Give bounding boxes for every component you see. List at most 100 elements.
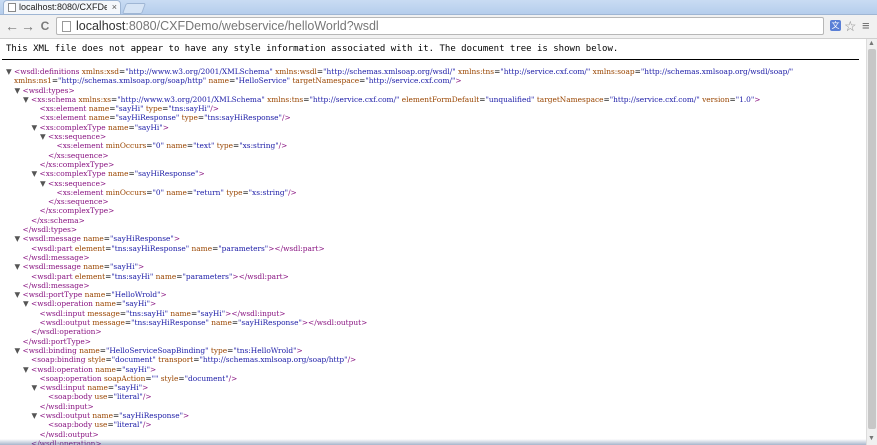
scroll-thumb[interactable] — [868, 49, 876, 429]
xml-line: <wsdl:input message="tns:sayHi" name="sa… — [0, 309, 866, 318]
star-icon[interactable]: ☆ — [844, 18, 857, 34]
xml-attribute: name — [84, 290, 106, 300]
reload-icon[interactable]: C — [37, 18, 53, 34]
xml-tag: > — [162, 122, 169, 132]
collapse-toggle-icon[interactable]: ▼ — [32, 383, 40, 392]
xml-line: ▼ <wsdl:input name="sayHi"> — [0, 383, 866, 392]
xml-tag: <soap:operation — [39, 373, 104, 383]
xml-value: "sayHi" — [134, 122, 163, 132]
scroll-up-icon[interactable]: ▲ — [868, 40, 875, 47]
xml-line: ▼ <xs:complexType name="sayHi"> — [0, 123, 866, 132]
xml-value: "http://schemas.xmlsoap.org/wsdl/soap/" — [640, 67, 794, 76]
xml-line: </xs:sequence> — [0, 151, 866, 160]
xml-attribute: xmlns:wsdl — [272, 67, 317, 76]
xml-tag: ></wsdl:input> — [225, 308, 286, 318]
xml-attribute: name — [88, 113, 110, 123]
xml-line: </xs:schema> — [0, 216, 866, 225]
xml-value: "sayHi" — [122, 299, 151, 309]
collapse-toggle-icon[interactable]: ▼ — [15, 86, 23, 95]
xml-attribute: elementFormDefault — [399, 94, 480, 104]
xml-tag: > — [455, 76, 462, 86]
collapse-toggle-icon[interactable]: ▼ — [40, 179, 48, 188]
xml-value: "http://service.cxf.com/" — [609, 94, 700, 104]
collapse-toggle-icon[interactable]: ▼ — [23, 365, 31, 374]
xml-attribute: soapAction — [103, 373, 146, 383]
xml-value: "HelloServiceSoapBinding" — [105, 345, 209, 355]
xml-tag: <xs:element — [56, 187, 106, 197]
collapse-toggle-icon[interactable]: ▼ — [23, 299, 31, 308]
xml-tag: /> — [281, 113, 291, 123]
xml-tag: /> — [210, 104, 219, 114]
collapse-toggle-icon[interactable]: ▼ — [32, 411, 40, 420]
xml-value: "tns:HelloWrold" — [233, 345, 297, 355]
url-text[interactable]: localhost:8080/CXFDemo/webservice/helloW… — [76, 18, 379, 34]
collapse-toggle-icon[interactable]: ▼ — [32, 169, 40, 178]
menu-icon[interactable]: ≡ — [862, 18, 870, 34]
xml-tag: <wsdl:types> — [22, 85, 75, 95]
xml-value: "document" — [184, 373, 229, 383]
xml-value: "tns:sayHiResponse" — [111, 243, 190, 253]
xml-line: </wsdl:types> — [0, 225, 866, 234]
xml-tag: <wsdl:part — [31, 243, 75, 253]
xml-tag: /> — [228, 373, 238, 383]
xml-attribute: name — [83, 234, 104, 244]
xml-attribute: element — [74, 271, 106, 281]
xml-line: <soap:binding style="document" transport… — [0, 355, 866, 364]
xml-value: "sayHi" — [197, 308, 226, 318]
vertical-scrollbar[interactable]: ▲ ▼ — [866, 39, 877, 445]
xml-line: ▼ <wsdl:message name="sayHiResponse"> — [0, 234, 866, 243]
xml-line: ▼ <xs:schema xmlns:xs="http://www.w3.org/… — [0, 95, 866, 104]
collapse-toggle-icon[interactable]: ▼ — [15, 262, 23, 271]
forward-icon[interactable]: → — [20, 18, 36, 34]
collapse-toggle-icon[interactable]: ▼ — [23, 95, 31, 104]
taskbar-edge — [0, 439, 866, 445]
xml-line: <soap:body use="literal"/> — [0, 420, 866, 429]
xml-value: "tns:sayHi" — [111, 271, 154, 281]
xml-value: "HelloService" — [235, 76, 291, 86]
translate-icon[interactable]: 文 — [830, 20, 841, 31]
xml-attribute: type — [208, 345, 228, 355]
xml-tag: <xs:element — [39, 104, 89, 114]
address-bar[interactable]: localhost:8080/CXFDemo/webservice/helloW… — [56, 17, 824, 35]
xml-value: "sayHiResponse" — [115, 113, 180, 123]
browser-tab[interactable]: localhost:8080/CXFDem × — [3, 0, 121, 14]
xml-tag: <soap:body — [48, 420, 95, 430]
xml-tag: </wsdl:types> — [22, 225, 78, 235]
xml-attribute: message — [92, 318, 125, 328]
close-icon[interactable]: × — [112, 1, 117, 14]
collapse-toggle-icon[interactable]: ▼ — [15, 234, 23, 243]
xml-value: "http://www.w3.org/2001/XMLSchema" — [117, 94, 265, 104]
xml-attribute: type — [214, 141, 233, 151]
collapse-toggle-icon[interactable]: ▼ — [32, 123, 40, 132]
collapse-toggle-icon[interactable]: ▼ — [15, 346, 23, 355]
xml-attribute: style — [87, 355, 106, 365]
xml-tag: > — [150, 299, 157, 309]
xml-value: "sayHiResponse" — [134, 169, 199, 179]
xml-value: "unqualified" — [485, 94, 535, 104]
scroll-down-icon[interactable]: ▼ — [868, 435, 875, 442]
xml-attribute: name — [92, 410, 113, 420]
xml-value: "sayHiResponse" — [238, 318, 302, 328]
xml-tag: /> — [347, 355, 357, 365]
xml-notice: This XML file does not appear to have an… — [6, 44, 619, 54]
collapse-toggle-icon[interactable]: ▼ — [40, 132, 48, 141]
xml-value: "http://schemas.xmlsoap.org/soap/http" — [58, 76, 207, 86]
xml-line: ▼ <wsdl:message name="sayHi"> — [0, 262, 866, 271]
xml-value: "tns:sayHiResponse" — [131, 318, 209, 328]
xml-line: <xs:element name="sayHi" type="tns:sayHi… — [0, 104, 866, 113]
xml-tag: </wsdl:input> — [39, 401, 94, 411]
xml-attribute: minOccurs — [105, 187, 147, 197]
xml-tag: > — [142, 383, 149, 393]
xml-tag: </wsdl:operation> — [31, 327, 102, 337]
xml-attribute: name — [164, 187, 187, 197]
xml-attribute: type — [143, 104, 163, 114]
collapse-toggle-icon[interactable]: ▼ — [15, 290, 23, 299]
xml-line: </wsdl:message> — [0, 281, 866, 290]
xml-line: ▼ <wsdl:binding name="HelloServiceSoapBin… — [0, 346, 866, 355]
back-icon[interactable]: ← — [4, 18, 20, 34]
xml-attribute: name — [107, 169, 129, 179]
new-tab-button[interactable] — [121, 3, 147, 14]
xml-attribute: message — [87, 308, 120, 318]
collapse-toggle-icon[interactable]: ▼ — [6, 67, 14, 76]
xml-attribute: name — [206, 76, 230, 86]
